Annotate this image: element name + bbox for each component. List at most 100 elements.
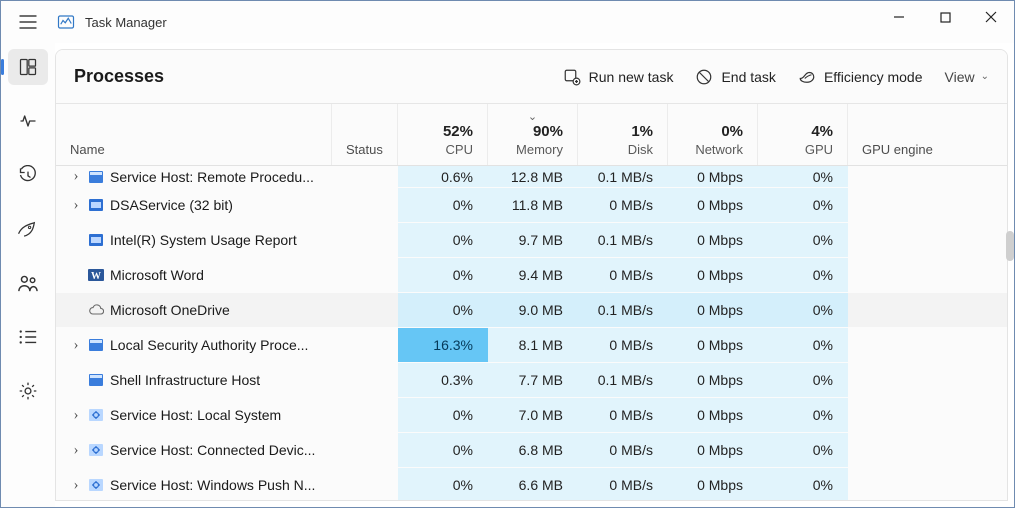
table-row[interactable]: ›Intel(R) System Usage Report0%9.7 MB0.1… xyxy=(56,223,1007,258)
process-name: Microsoft Word xyxy=(110,267,204,283)
nav-rail xyxy=(1,43,55,507)
process-icon xyxy=(88,407,104,423)
cell-status xyxy=(332,468,398,500)
cell-network: 0 Mbps xyxy=(668,363,758,397)
col-memory[interactable]: ⌄ 90% Memory xyxy=(488,104,578,165)
end-task-button[interactable]: End task xyxy=(695,68,775,86)
table-row[interactable]: ›Microsoft OneDrive0%9.0 MB0.1 MB/s0 Mbp… xyxy=(56,293,1007,328)
chevron-down-icon: ⌄ xyxy=(981,71,989,82)
process-icon xyxy=(88,477,104,493)
cell-network: 0 Mbps xyxy=(668,328,758,362)
col-name-label: Name xyxy=(70,142,317,157)
col-cpu-label: CPU xyxy=(446,142,473,157)
minimize-button[interactable] xyxy=(876,1,922,33)
col-cpu[interactable]: 52% CPU xyxy=(398,104,488,165)
cell-cpu: 0% xyxy=(398,188,488,222)
efficiency-mode-label: Efficiency mode xyxy=(824,69,923,85)
run-new-task-label: Run new task xyxy=(589,69,674,85)
table-row[interactable]: ›Shell Infrastructure Host0.3%7.7 MB0.1 … xyxy=(56,363,1007,398)
view-menu-button[interactable]: View ⌄ xyxy=(945,69,989,85)
rail-startup[interactable] xyxy=(8,211,48,247)
cell-gpu: 0% xyxy=(758,188,848,222)
cell-cpu: 0.3% xyxy=(398,363,488,397)
cell-memory: 6.6 MB xyxy=(488,468,578,500)
cell-name: › Service Host: Connected Devic... xyxy=(56,433,332,467)
rail-processes[interactable] xyxy=(8,49,48,85)
cell-status xyxy=(332,188,398,222)
expand-toggle-icon[interactable]: › xyxy=(70,168,82,185)
cell-memory: 9.4 MB xyxy=(488,258,578,292)
cell-gpu-engine xyxy=(848,293,1007,327)
expand-toggle-icon[interactable]: › xyxy=(70,477,82,494)
cell-name: ›Service Host: Local System xyxy=(56,398,332,432)
process-table-body[interactable]: ›Service Host: Remote Procedu...0.6%12.8… xyxy=(56,166,1007,500)
col-disk-label: Disk xyxy=(628,142,653,157)
cell-status xyxy=(332,258,398,292)
process-icon xyxy=(88,442,104,458)
table-row[interactable]: ›DSAService (32 bit)0%11.8 MB0 MB/s0 Mbp… xyxy=(56,188,1007,223)
cell-network: 0 Mbps xyxy=(668,398,758,432)
table-row[interactable]: ›Service Host: Local System0%7.0 MB0 MB/… xyxy=(56,398,1007,433)
col-name[interactable]: Name xyxy=(56,104,332,165)
cell-cpu: 0% xyxy=(398,293,488,327)
col-gpu-engine-label: GPU engine xyxy=(862,142,993,157)
rail-performance[interactable] xyxy=(8,103,48,139)
cell-name: ›WMicrosoft Word xyxy=(56,258,332,292)
cell-gpu: 0% xyxy=(758,166,848,187)
cell-disk: 0 MB/s xyxy=(578,398,668,432)
cell-gpu-engine xyxy=(848,258,1007,292)
table-row[interactable]: › Service Host: Connected Devic... 0% 6.8 M… xyxy=(56,433,1007,468)
cell-network: 0 Mbps xyxy=(668,223,758,257)
cell-memory: 6.8 MB xyxy=(488,433,578,467)
table-row[interactable]: ›Service Host: Windows Push N...0%6.6 MB… xyxy=(56,468,1007,500)
task-manager-icon xyxy=(55,11,77,33)
table-row[interactable]: ›WMicrosoft Word0%9.4 MB0 MB/s0 Mbps0% xyxy=(56,258,1007,293)
maximize-button[interactable] xyxy=(922,1,968,33)
cell-memory: 12.8 MB xyxy=(488,166,578,187)
end-task-icon xyxy=(695,68,713,86)
cell-status xyxy=(332,398,398,432)
cell-memory: 7.7 MB xyxy=(488,363,578,397)
process-icon xyxy=(88,232,104,248)
cell-disk: 0 MB/s xyxy=(578,188,668,222)
run-new-task-button[interactable]: Run new task xyxy=(563,68,674,86)
expand-toggle-icon[interactable]: › xyxy=(70,197,82,214)
rail-app-history[interactable] xyxy=(8,157,48,193)
cell-memory: 7.0 MB xyxy=(488,398,578,432)
cell-gpu-engine xyxy=(848,328,1007,362)
process-name: Service Host: Connected Devic... xyxy=(110,442,315,458)
cell-network: 0 Mbps xyxy=(668,433,758,467)
rail-users[interactable] xyxy=(8,265,48,301)
cell-network: 0 Mbps xyxy=(668,188,758,222)
scrollbar-thumb[interactable] xyxy=(1006,231,1014,261)
process-icon xyxy=(88,337,104,353)
toolbar: Processes Run new task End task xyxy=(56,50,1007,104)
table-row[interactable]: ›Service Host: Remote Procedu...0.6%12.8… xyxy=(56,166,1007,188)
table-row[interactable]: ›Local Security Authority Proce...16.3%8… xyxy=(56,328,1007,363)
cell-gpu-engine xyxy=(848,363,1007,397)
cell-status xyxy=(332,328,398,362)
col-gpu-engine[interactable]: GPU engine xyxy=(848,104,1007,165)
cell-cpu: 0% xyxy=(398,223,488,257)
col-gpu[interactable]: 4% GPU xyxy=(758,104,848,165)
cell-status xyxy=(332,433,398,467)
rail-details[interactable] xyxy=(8,319,48,355)
cell-cpu: 16.3% xyxy=(398,328,488,362)
cell-network: 0 Mbps xyxy=(668,468,758,500)
sort-indicator-icon: ⌄ xyxy=(488,110,577,123)
expand-toggle-icon[interactable]: › xyxy=(70,442,82,459)
col-memory-total: 90% xyxy=(533,123,563,140)
efficiency-mode-button[interactable]: Efficiency mode xyxy=(798,68,923,86)
cell-disk: 0 MB/s xyxy=(578,468,668,500)
rail-services[interactable] xyxy=(8,373,48,409)
col-status[interactable]: Status xyxy=(332,104,398,165)
close-button[interactable] xyxy=(968,1,1014,33)
cell-network: 0 Mbps xyxy=(668,258,758,292)
col-network[interactable]: 0% Network xyxy=(668,104,758,165)
cell-gpu: 0% xyxy=(758,433,848,467)
hamburger-menu-button[interactable] xyxy=(1,1,55,43)
col-disk[interactable]: 1% Disk xyxy=(578,104,668,165)
expand-toggle-icon[interactable]: › xyxy=(70,407,82,424)
expand-toggle-icon[interactable]: › xyxy=(70,337,82,354)
run-task-icon xyxy=(563,68,581,86)
